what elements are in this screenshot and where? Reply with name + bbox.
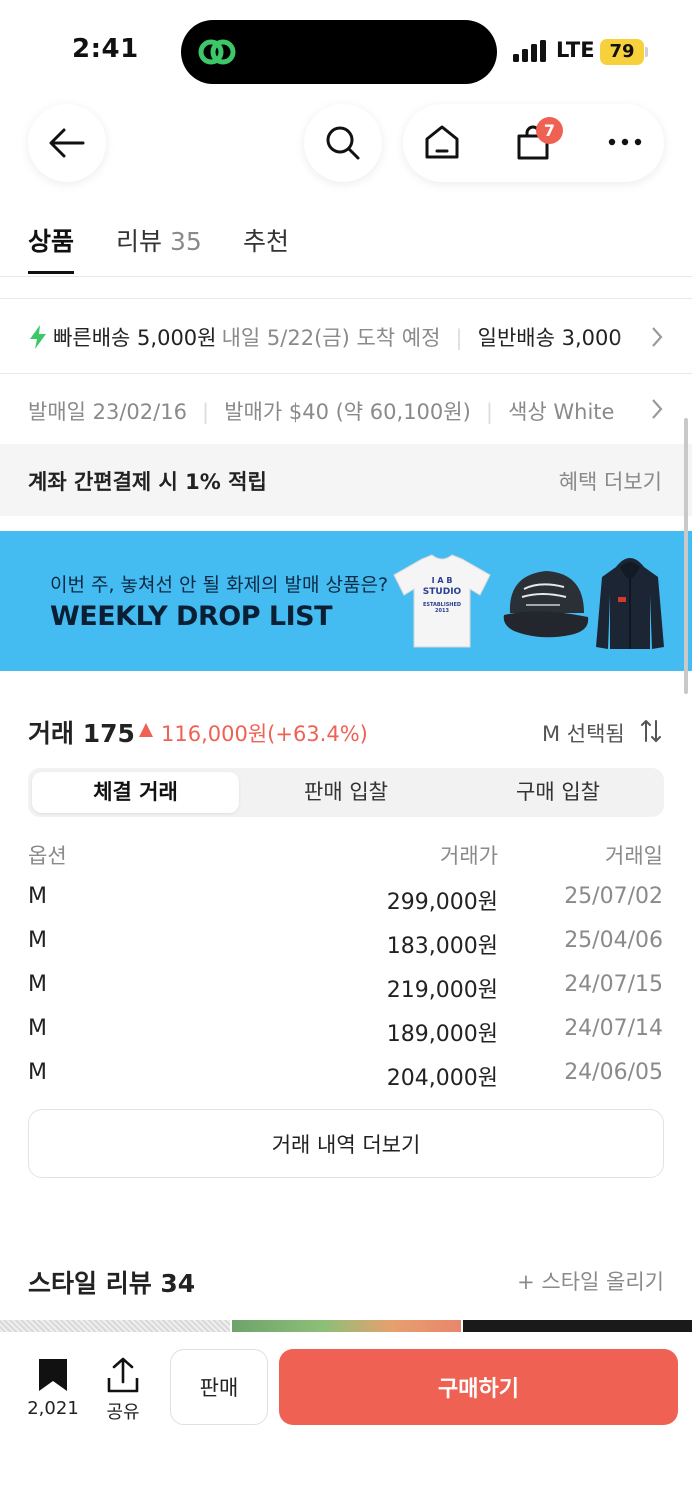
cap-image bbox=[503, 571, 589, 638]
segment-sell-bids[interactable]: 판매 입찰 bbox=[240, 768, 452, 817]
benefit-row[interactable]: 계좌 간편결제 시 1% 적립 혜택 더보기 bbox=[0, 444, 692, 516]
chevron-right-icon[interactable] bbox=[650, 326, 664, 348]
status-time: 2:41 bbox=[72, 34, 139, 64]
sell-button[interactable]: 판매 bbox=[170, 1349, 268, 1425]
share-label: 공유 bbox=[106, 1402, 140, 1423]
tshirt-print-line: I A B bbox=[431, 576, 453, 585]
style-upload-link[interactable]: + 스타일 올리기 bbox=[0, 1266, 664, 1296]
back-button[interactable] bbox=[28, 104, 106, 182]
trade-date: 25/07/02 bbox=[564, 884, 663, 909]
triangle-up-icon bbox=[139, 723, 153, 737]
tab-product-label: 상품 bbox=[28, 227, 75, 256]
segment-buy-bids[interactable]: 구매 입찰 bbox=[452, 768, 664, 817]
section-divider bbox=[0, 373, 692, 374]
tab-recommend[interactable]: 추천 bbox=[243, 222, 289, 258]
tshirt-print-line: STUDIO bbox=[422, 587, 462, 597]
signal-icon bbox=[513, 40, 546, 62]
battery-nub bbox=[645, 47, 648, 57]
arrow-left-icon bbox=[49, 128, 85, 158]
tab-recommend-label: 추천 bbox=[243, 227, 290, 256]
battery-indicator: 79 bbox=[600, 39, 644, 65]
column-header-date: 거래일 bbox=[605, 844, 663, 868]
product-info-row[interactable]: 발매일 23/02/16 | 발매가 $40 (약 60,100원) | 색상 … bbox=[28, 396, 634, 426]
more-options-icon[interactable] bbox=[608, 136, 642, 148]
sort-icon[interactable] bbox=[640, 719, 662, 743]
tshirt-print-line: 2013 bbox=[435, 608, 449, 614]
fast-delivery-eta: 내일 5/22(금) 도착 예정 bbox=[221, 326, 441, 350]
tabs-divider bbox=[0, 276, 692, 277]
weekly-drop-banner[interactable]: 이번 주, 놓쳐선 안 될 화제의 발매 상품은? WEEKLY DROP LI… bbox=[0, 531, 692, 671]
trade-history-more-button[interactable]: 거래 내역 더보기 bbox=[28, 1109, 664, 1178]
benefit-text: 계좌 간편결제 시 1% 적립 bbox=[28, 470, 267, 494]
trade-date: 25/04/06 bbox=[564, 928, 663, 953]
scrollbar[interactable] bbox=[684, 418, 688, 694]
normal-delivery-label: 일반배송 3,000 bbox=[477, 326, 622, 350]
trades-title: 거래 175 bbox=[28, 719, 135, 748]
trade-date: 24/07/15 bbox=[564, 972, 663, 997]
separator: | bbox=[485, 400, 493, 424]
link-rings-icon bbox=[198, 39, 236, 65]
banner-subtitle: 이번 주, 놓쳐선 안 될 화제의 발매 상품은? bbox=[50, 574, 389, 596]
section-divider bbox=[0, 298, 692, 299]
chevron-right-icon[interactable] bbox=[650, 398, 664, 420]
price-change: 116,000원(+63.4%) bbox=[161, 722, 368, 746]
banner-title: WEEKLY DROP LIST bbox=[50, 601, 333, 632]
tab-review-label: 리뷰 bbox=[116, 227, 163, 256]
search-icon bbox=[326, 126, 360, 160]
trade-date: 24/07/14 bbox=[564, 1016, 663, 1041]
delivery-options[interactable]: 빠른배송 5,000원 내일 5/22(금) 도착 예정 | 일반배송 3,00… bbox=[28, 322, 652, 352]
trade-type-segmented-control: 체결 거래 판매 입찰 구매 입찰 bbox=[28, 768, 664, 817]
search-button[interactable] bbox=[304, 104, 382, 182]
product-color: 색상 White bbox=[508, 400, 615, 424]
tab-review-count: 35 bbox=[169, 227, 202, 256]
bookmark-count: 2,021 bbox=[27, 1398, 79, 1419]
benefit-more-link[interactable]: 혜택 더보기 bbox=[559, 466, 662, 496]
size-filter-label[interactable]: M 선택됨 bbox=[542, 718, 625, 748]
separator: | bbox=[455, 326, 463, 350]
network-label: LTE bbox=[556, 38, 595, 62]
release-date: 발매일 23/02/16 bbox=[28, 400, 187, 424]
home-icon[interactable] bbox=[423, 123, 461, 161]
hoodie-image bbox=[596, 558, 664, 649]
bookmark-icon[interactable] bbox=[37, 1357, 69, 1393]
dynamic-island bbox=[181, 20, 497, 84]
tab-review[interactable]: 리뷰 35 bbox=[116, 222, 202, 258]
segment-executed-trades[interactable]: 체결 거래 bbox=[28, 768, 243, 817]
fast-delivery-label: 빠른배송 5,000원 bbox=[53, 326, 217, 350]
buy-button[interactable]: 구매하기 bbox=[279, 1349, 678, 1425]
separator: | bbox=[202, 400, 210, 424]
active-tab-indicator bbox=[28, 271, 74, 274]
tab-product[interactable]: 상품 bbox=[28, 222, 74, 258]
cart-count-badge: 7 bbox=[536, 117, 563, 144]
release-price: 발매가 $40 (약 60,100원) bbox=[224, 400, 471, 424]
tshirt-print: I A B STUDIO ESTABLISHED 2013 bbox=[392, 577, 492, 614]
share-icon[interactable] bbox=[105, 1356, 141, 1394]
lightning-icon bbox=[30, 325, 46, 349]
trade-date: 24/06/05 bbox=[564, 1060, 663, 1085]
